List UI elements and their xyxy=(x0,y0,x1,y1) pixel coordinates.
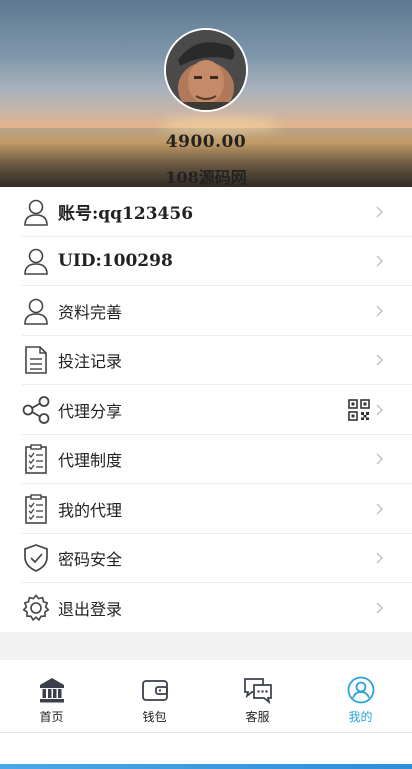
tab-mine[interactable]: 我的 xyxy=(309,660,412,732)
chevron-right-icon xyxy=(376,305,383,317)
chat-icon xyxy=(243,678,272,704)
menu-item-label: 代理制度 xyxy=(58,451,123,471)
tab-wallet[interactable]: 钱包 xyxy=(103,660,206,732)
user-icon xyxy=(22,297,50,325)
chevron-right-icon xyxy=(376,404,383,416)
share-icon xyxy=(22,395,50,424)
menu-item-label: 投注记录 xyxy=(58,352,123,372)
chevron-right-icon xyxy=(376,354,383,366)
tab-label: 钱包 xyxy=(142,710,167,724)
menu-item-label: 密码安全 xyxy=(58,550,123,570)
avatar[interactable] xyxy=(164,28,248,112)
profile-icon xyxy=(347,676,374,704)
menu-item-uid[interactable]: UID:100298 xyxy=(0,237,412,286)
menu-item-account[interactable]: 账号:qq123456 xyxy=(0,187,412,237)
menu-item-agent-policy[interactable]: 代理制度 xyxy=(0,435,412,484)
menu-item-label: 退出登录 xyxy=(58,599,123,619)
qr-code-icon[interactable] xyxy=(348,398,370,421)
menu-item-bet-records[interactable]: 投注记录 xyxy=(0,336,412,385)
chevron-right-icon xyxy=(376,503,383,515)
menu-item-label: 我的代理 xyxy=(58,500,123,520)
section-gap xyxy=(0,632,412,660)
tab-home[interactable]: 首页 xyxy=(0,660,103,732)
bottom-tab-bar: 首页 钱包 客服 我的 xyxy=(0,660,412,733)
checklist-icon xyxy=(22,444,50,475)
chevron-right-icon xyxy=(376,255,383,267)
document-icon xyxy=(22,346,50,375)
tab-customer-service[interactable]: 客服 xyxy=(206,660,309,732)
shield-check-icon xyxy=(22,544,50,573)
chevron-right-icon xyxy=(376,552,383,564)
wallet-icon xyxy=(141,680,168,701)
menu-item-label: 账号:qq123456 xyxy=(58,204,194,225)
profile-header: 4900.00 108源码网 xyxy=(0,0,412,187)
menu-item-label: UID:100298 xyxy=(58,251,173,272)
checklist-icon xyxy=(22,494,50,524)
site-name: 108源码网 xyxy=(165,168,247,187)
balance-amount: 4900.00 xyxy=(165,132,247,152)
menu-item-logout[interactable]: 退出登录 xyxy=(0,583,412,633)
user-icon xyxy=(22,198,50,226)
account-menu: 账号:qq123456 UID:100298 资料完善 投注记录 代理分享 代理… xyxy=(0,187,412,633)
menu-item-my-agents[interactable]: 我的代理 xyxy=(0,484,412,534)
menu-item-agent-share[interactable]: 代理分享 xyxy=(0,385,412,435)
chevron-right-icon xyxy=(376,206,383,218)
menu-item-label: 资料完善 xyxy=(58,302,123,322)
tab-label: 客服 xyxy=(245,710,270,724)
gear-icon xyxy=(22,594,50,622)
user-icon xyxy=(22,247,50,276)
home-indicator xyxy=(0,764,412,769)
tab-label: 我的 xyxy=(348,710,373,724)
menu-item-password-security[interactable]: 密码安全 xyxy=(0,534,412,583)
menu-item-profile-complete[interactable]: 资料完善 xyxy=(0,286,412,336)
chevron-right-icon xyxy=(376,602,383,614)
bank-icon xyxy=(39,678,64,703)
chevron-right-icon xyxy=(376,453,383,465)
tab-label: 首页 xyxy=(39,710,64,724)
menu-item-label: 代理分享 xyxy=(58,401,123,421)
